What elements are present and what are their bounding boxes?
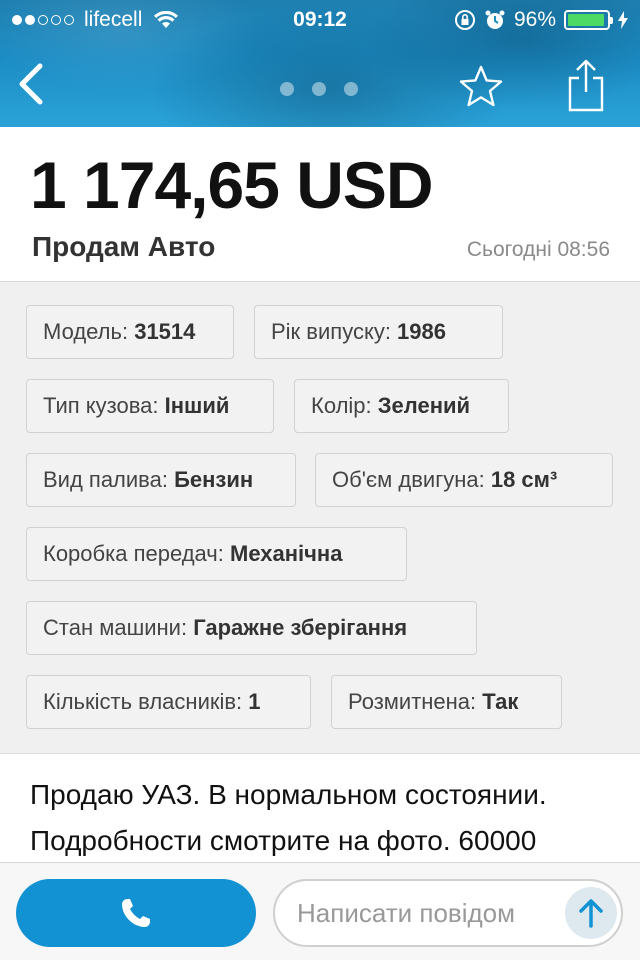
phone-icon — [122, 899, 150, 927]
spec-value: Так — [482, 689, 519, 714]
listing-description: Продаю УАЗ. В нормальном состоянии. Подр… — [0, 753, 640, 863]
spec-chip-color: Колір: Зелений — [294, 379, 509, 433]
spec-chip-owners: Кількість власників: 1 — [26, 675, 311, 729]
description-text: Продаю УАЗ. В нормальном состоянии. Подр… — [30, 779, 547, 856]
gallery-page-indicator[interactable] — [280, 82, 358, 96]
call-button[interactable] — [16, 879, 256, 947]
spec-chip-fuel: Вид палива: Бензин — [26, 453, 296, 507]
spec-value: 1986 — [397, 319, 446, 344]
battery-percent: 96% — [513, 8, 556, 31]
spec-value: Інший — [164, 393, 230, 418]
specs-panel: Модель: 31514 Рік випуску: 1986 Тип кузо… — [0, 283, 640, 753]
spec-label: Колір: — [311, 393, 378, 418]
spec-value: Механічна — [230, 541, 343, 566]
spec-label: Стан машини: — [43, 615, 194, 640]
status-bar: lifecell 09:12 96% — [0, 0, 640, 40]
spec-chip-transmission: Коробка передач: Механічна — [26, 527, 407, 581]
spec-value: 18 см³ — [490, 467, 558, 492]
battery-icon — [564, 10, 613, 30]
spec-label: Розмитнена: — [348, 689, 483, 714]
orientation-lock-icon — [454, 10, 475, 30]
message-field[interactable] — [273, 879, 623, 947]
spec-chip-model: Модель: 31514 — [26, 305, 234, 359]
spec-value: 1 — [248, 689, 261, 714]
spec-label: Тип кузова: — [43, 393, 165, 418]
spec-value: Гаражне зберігання — [193, 615, 408, 640]
spec-label: Рік випуску: — [271, 319, 398, 344]
listing-price: 1 174,65 USD — [30, 148, 434, 222]
spec-label: Коробка передач: — [43, 541, 230, 566]
spec-value: 31514 — [134, 319, 196, 344]
spec-label: Кількість власників: — [43, 689, 249, 714]
favorite-star-icon[interactable] — [458, 64, 504, 108]
arrow-up-icon — [579, 899, 603, 928]
status-right: 96% — [454, 8, 628, 32]
page-dot[interactable] — [312, 82, 326, 96]
listing-summary: 1 174,65 USD Продам Авто Сьогодні 08:56 — [0, 127, 640, 282]
listing-title: Продам Авто — [32, 231, 216, 262]
spec-label: Об'єм двигуна: — [332, 467, 491, 492]
back-icon[interactable] — [14, 62, 50, 106]
alarm-clock-icon — [485, 10, 505, 29]
spec-value: Зелений — [377, 393, 471, 418]
page-dot[interactable] — [280, 82, 294, 96]
spec-value: Бензин — [174, 467, 254, 492]
spec-chip-year: Рік випуску: 1986 — [254, 305, 503, 359]
spec-chip-engine-volume: Об'єм двигуна: 18 см³ — [315, 453, 613, 507]
charging-bolt-icon — [618, 11, 628, 29]
spec-chip-body-type: Тип кузова: Інший — [26, 379, 274, 433]
spec-label: Модель: — [43, 319, 135, 344]
spec-chip-customs-cleared: Розмитнена: Так — [331, 675, 562, 729]
message-input[interactable] — [297, 881, 567, 945]
send-button[interactable] — [565, 887, 617, 939]
page-dot[interactable] — [344, 82, 358, 96]
photo-gallery-header[interactable]: lifecell 09:12 96% — [0, 0, 640, 127]
spec-chip-condition: Стан машини: Гаражне зберігання — [26, 601, 477, 655]
battery-level — [568, 14, 605, 26]
listing-date: Сьогодні 08:56 — [466, 238, 610, 261]
spec-label: Вид палива: — [43, 467, 175, 492]
share-icon[interactable] — [566, 58, 606, 112]
bottom-action-bar — [0, 862, 640, 960]
